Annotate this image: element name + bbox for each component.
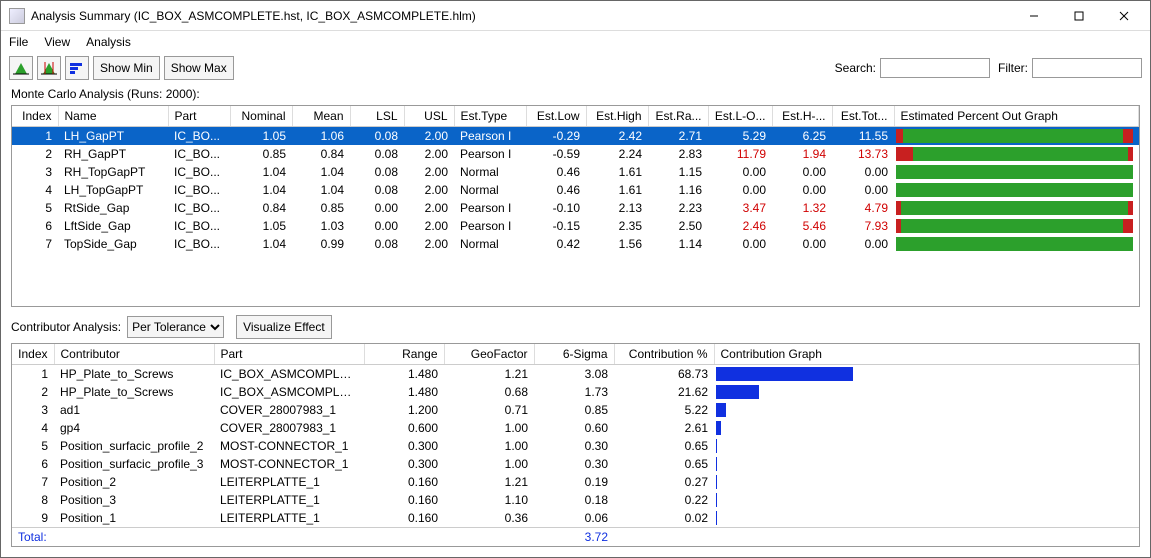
col-usl[interactable]: USL — [404, 106, 454, 127]
table-row[interactable]: 8Position_3LEITERPLATTE_1 0.1601.100.180… — [12, 491, 1139, 509]
toolbar: Show Min Show Max Search: Filter: — [1, 53, 1150, 83]
table-row[interactable]: 3ad1COVER_28007983_1 1.2000.710.855.22 — [12, 401, 1139, 419]
table-row[interactable]: 9Position_1LEITERPLATTE_1 0.1600.360.060… — [12, 509, 1139, 528]
col-esthigh[interactable]: Est.High — [586, 106, 648, 127]
col-esttot[interactable]: Est.Tot... — [832, 106, 894, 127]
app-icon — [9, 8, 25, 24]
total-sixsigma: 3.72 — [534, 528, 614, 547]
table-row[interactable]: 1LH_GapPTIC_BO... 1.051.060.082.00 Pears… — [12, 127, 1139, 146]
contributor-grid[interactable]: IndexContributorPartRangeGeoFactor6-Sigm… — [11, 343, 1140, 547]
table-row[interactable]: 2HP_Plate_to_ScrewsIC_BOX_ASMCOMPLETE 1.… — [12, 383, 1139, 401]
histogram-outline-icon[interactable] — [37, 56, 61, 80]
col-nominal[interactable]: Nominal — [230, 106, 292, 127]
col-contrib[interactable]: Contribution % — [614, 344, 714, 365]
col-sixsigma[interactable]: 6-Sigma — [534, 344, 614, 365]
col-name[interactable]: Name — [58, 106, 168, 127]
menu-file[interactable]: File — [9, 35, 28, 49]
table-row[interactable]: 7TopSide_GapIC_BO... 1.040.990.082.00 No… — [12, 235, 1139, 253]
menu-view[interactable]: View — [44, 35, 70, 49]
table-row[interactable]: 5Position_surfacic_profile_2MOST-CONNECT… — [12, 437, 1139, 455]
table-row[interactable]: 6LftSide_GapIC_BO... 1.051.030.002.00 Pe… — [12, 217, 1139, 235]
filter-input[interactable] — [1032, 58, 1142, 78]
histogram-green-icon[interactable] — [9, 56, 33, 80]
col-index[interactable]: Index — [12, 106, 58, 127]
col-estra[interactable]: Est.Ra... — [648, 106, 708, 127]
contributor-controls: Contributor Analysis: Per Tolerance Visu… — [11, 315, 1140, 339]
table-row[interactable]: 6Position_surfacic_profile_3MOST-CONNECT… — [12, 455, 1139, 473]
col-esth[interactable]: Est.H-... — [772, 106, 832, 127]
table-row[interactable]: 7Position_2LEITERPLATTE_1 0.1601.210.190… — [12, 473, 1139, 491]
col-estlow[interactable]: Est.Low — [526, 106, 586, 127]
col-contributor[interactable]: Contributor — [54, 344, 214, 365]
table-row[interactable]: 1HP_Plate_to_ScrewsIC_BOX_ASMCOMPLETE 1.… — [12, 365, 1139, 384]
app-window: Analysis Summary (IC_BOX_ASMCOMPLETE.hst… — [0, 0, 1151, 558]
col-esttype[interactable]: Est.Type — [454, 106, 526, 127]
monte-carlo-label: Monte Carlo Analysis (Runs: 2000): — [11, 87, 1140, 101]
contributor-analysis-label: Contributor Analysis: — [11, 320, 121, 334]
show-max-button[interactable]: Show Max — [164, 56, 234, 80]
table-row[interactable]: 5RtSide_GapIC_BO... 0.840.850.002.00 Pea… — [12, 199, 1139, 217]
show-min-button[interactable]: Show Min — [93, 56, 160, 80]
titlebar: Analysis Summary (IC_BOX_ASMCOMPLETE.hst… — [1, 1, 1150, 31]
col-graph[interactable]: Estimated Percent Out Graph — [894, 106, 1139, 127]
col-geofactor[interactable]: GeoFactor — [444, 344, 534, 365]
col-part[interactable]: Part — [214, 344, 364, 365]
window-controls — [1011, 2, 1146, 30]
col-lsl[interactable]: LSL — [350, 106, 404, 127]
menubar: File View Analysis — [1, 31, 1150, 53]
close-button[interactable] — [1101, 2, 1146, 30]
content-area: Monte Carlo Analysis (Runs: 2000): Index… — [1, 83, 1150, 557]
total-label: Total: — [12, 528, 54, 547]
contributor-mode-select[interactable]: Per Tolerance — [127, 316, 224, 338]
minimize-button[interactable] — [1011, 2, 1056, 30]
table-row[interactable]: 4gp4COVER_28007983_1 0.6001.000.602.61 — [12, 419, 1139, 437]
col-mean[interactable]: Mean — [292, 106, 350, 127]
monte-carlo-grid[interactable]: IndexNamePartNominalMeanLSLUSLEst.TypeEs… — [11, 105, 1140, 307]
table-row[interactable]: 4LH_TopGapPTIC_BO... 1.041.040.082.00 No… — [12, 181, 1139, 199]
visualize-effect-button[interactable]: Visualize Effect — [236, 315, 332, 339]
search-label: Search: — [835, 61, 876, 75]
col-graph[interactable]: Contribution Graph — [714, 344, 1139, 365]
col-part[interactable]: Part — [168, 106, 230, 127]
col-estlo[interactable]: Est.L-O... — [708, 106, 772, 127]
window-title: Analysis Summary (IC_BOX_ASMCOMPLETE.hst… — [31, 9, 1011, 23]
table-row[interactable]: 3RH_TopGapPTIC_BO... 1.041.040.082.00 No… — [12, 163, 1139, 181]
search-input[interactable] — [880, 58, 990, 78]
maximize-button[interactable] — [1056, 2, 1101, 30]
col-index[interactable]: Index — [12, 344, 54, 365]
bar-chart-icon[interactable] — [65, 56, 89, 80]
filter-label: Filter: — [998, 61, 1028, 75]
table-row[interactable]: 2RH_GapPTIC_BO... 0.850.840.082.00 Pears… — [12, 145, 1139, 163]
menu-analysis[interactable]: Analysis — [86, 35, 131, 49]
col-range[interactable]: Range — [364, 344, 444, 365]
